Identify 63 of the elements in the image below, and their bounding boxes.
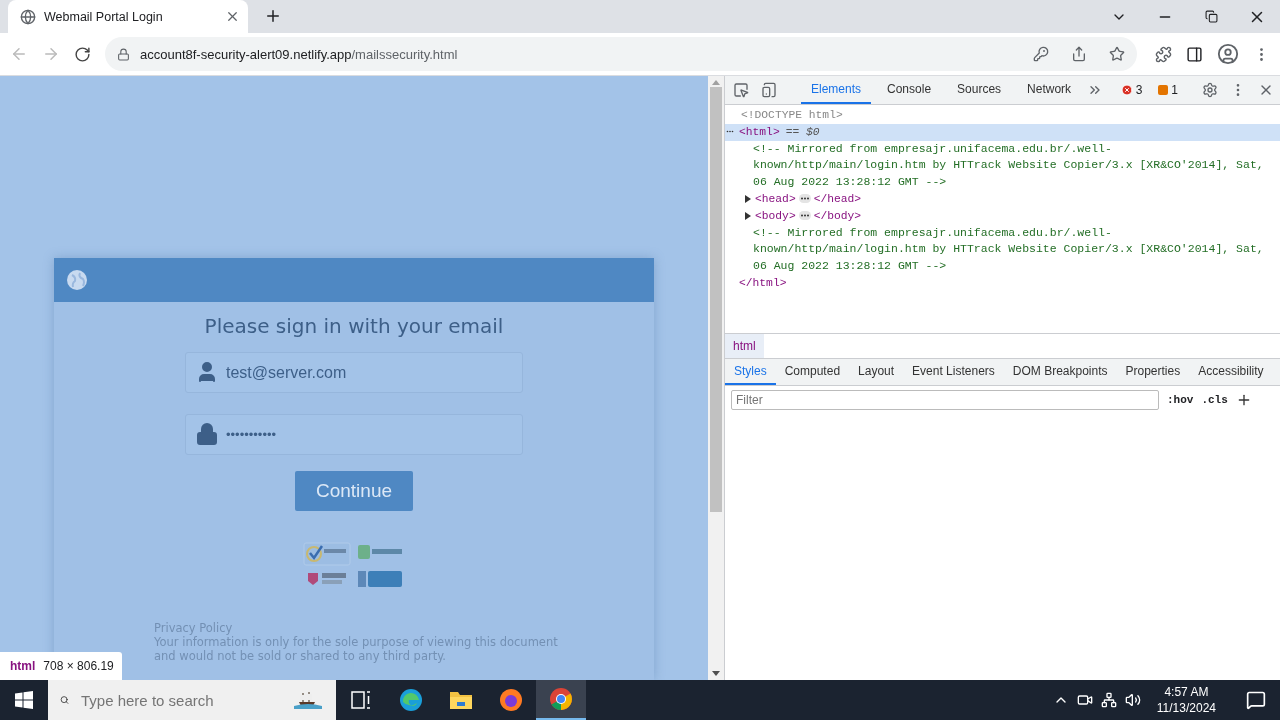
devtools-tab[interactable]: Sources [947,76,1012,104]
key-icon[interactable] [1033,46,1049,62]
globe-icon [20,8,36,25]
filter-field[interactable]: Filter [731,390,1159,410]
element-size: 708 × 806.19 [43,659,114,673]
restore-icon[interactable] [1204,10,1218,23]
side-panel-icon[interactable] [1186,45,1203,63]
volume-icon[interactable] [1124,692,1141,708]
ellipsis-icon[interactable] [798,194,811,204]
comment-text: <!-- Mirrored from empresajr.unifacema.edu.br/.well-known/http/main/login.htm by HTTrack Website Copier/3.x [XR&CO'2014], Sat, 06 Aug 2022 13:28:12 GMT --> [753,224,1265,275]
settings-icon[interactable] [1202,82,1218,98]
email-field[interactable]: test@server.com [185,352,523,393]
clock[interactable]: 4:57 AM 11/13/2024 [1148,684,1224,716]
extensions-icon[interactable] [1155,45,1172,63]
styles-pane-tab[interactable]: Styles [725,359,776,385]
closing-tag: </html> [739,274,787,292]
ellipsis-icon[interactable] [798,211,811,221]
element-row[interactable]: <body> </body> [725,207,1280,225]
globe-icon [66,269,88,291]
scroll-down-icon[interactable] [712,671,720,676]
share-icon[interactable] [1071,46,1087,62]
lock-icon [117,47,130,61]
browser-tab[interactable]: Webmail Portal Login [8,0,248,33]
cls-toggle[interactable]: .cls [1201,394,1228,406]
chrome-icon[interactable] [536,680,586,720]
styles-pane-tab[interactable]: Layout [849,359,904,385]
inspect-icon[interactable] [733,82,749,98]
comment-text: <!-- Mirrored from empresajr.unifacema.edu.br/.well-known/http/main/login.htm by HTTrack Website Copier/3.x [XR&CO'2014], Sat, 06 Aug 2022 13:28:12 GMT --> [753,140,1265,191]
styles-pane-tab[interactable]: Computed [775,359,850,385]
warning-count[interactable]: 1 [1158,83,1178,97]
search-bar[interactable]: Type here to search [48,680,336,720]
styles-pane-tab[interactable]: Properties [1116,359,1190,385]
video-icon[interactable] [1076,692,1093,708]
styles-pane-tab[interactable]: Event Listeners [903,359,1004,385]
network-icon[interactable] [1100,692,1117,708]
hov-toggle[interactable]: :hov [1167,394,1194,406]
profile-icon[interactable] [1217,43,1239,65]
scrollbar[interactable] [708,76,724,680]
breadcrumb-item[interactable]: html [725,334,764,358]
devtools-tab[interactable]: Elements [801,76,872,104]
error-count[interactable]: 3 [1120,83,1143,97]
reload-button[interactable] [74,45,91,63]
url-text: account8f-security-alert09.netlify.app/mailssecurity.html [140,46,459,62]
devtools-tab[interactable]: Console [877,76,942,104]
new-tab-button[interactable] [264,7,282,25]
taskbar-search-field[interactable]: Type here to search [81,691,280,709]
tag-name: html [10,659,36,673]
sign-in-heading: Please sign in with your email [204,314,504,338]
windows-logo-icon[interactable] [15,691,33,709]
device-toolbar-icon[interactable] [761,82,777,98]
lock-icon [195,422,219,446]
styles-pane-tab[interactable]: Accessibility [1189,359,1273,385]
password-field[interactable]: ••••••••••• [185,414,523,455]
tab-title: Webmail Portal Login [44,9,164,24]
close-tab-button[interactable] [225,9,240,24]
element-row[interactable]: <head> </head> [725,191,1280,208]
devtools-tab[interactable]: Network [1017,76,1082,104]
styles-pane-tab[interactable]: DOM Breakpoints [1003,359,1117,385]
task-view-icon[interactable] [351,691,371,709]
address-bar[interactable]: account8f-security-alert09.netlify.app/mailssecurity.html [105,37,1137,71]
element-row[interactable]: <html> == $0 [725,123,1280,141]
doctype-line: <!DOCTYPE html> [741,108,843,123]
star-icon[interactable] [1109,46,1125,62]
